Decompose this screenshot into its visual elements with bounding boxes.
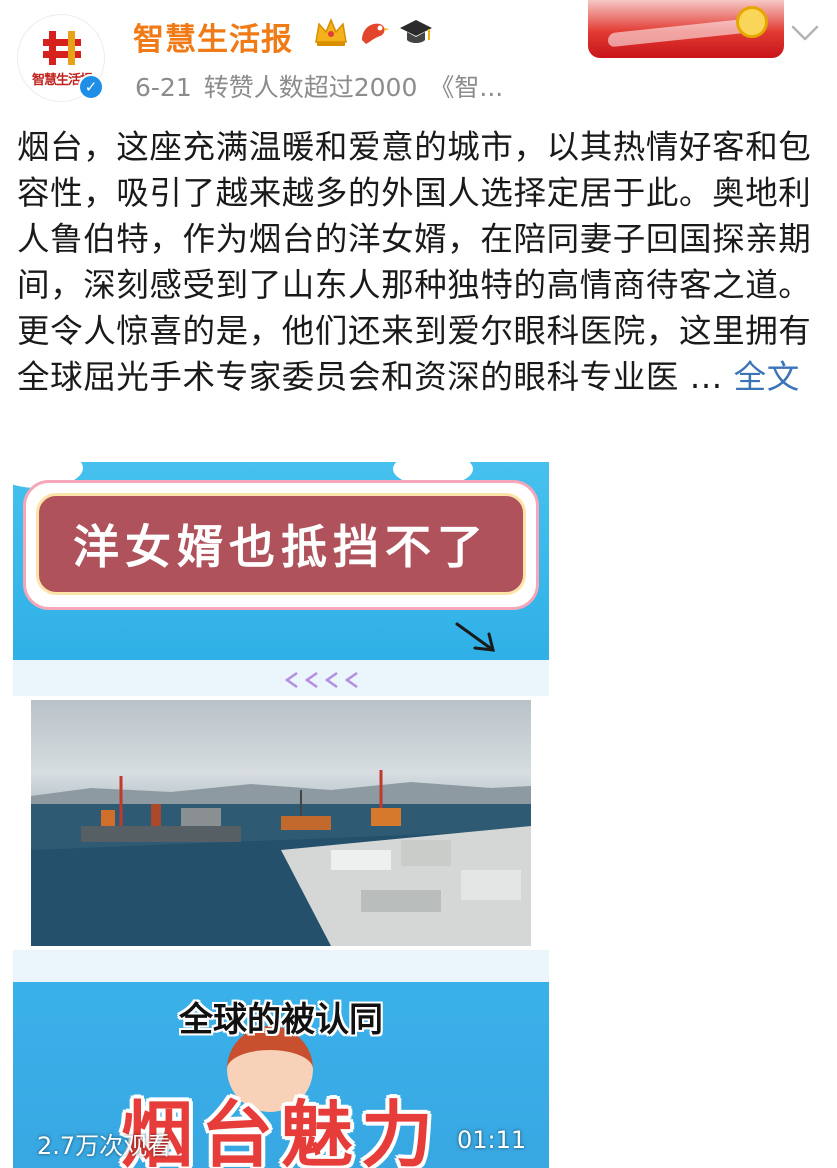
crown-icon[interactable] xyxy=(313,16,349,48)
title-card-inner: 洋女婿也抵挡不了 xyxy=(36,493,526,595)
post-header: 智慧生活报 ✓ 智慧生活报 6-21 转赞人数超过2000 《智... xyxy=(0,0,837,112)
video-duration: 01:11 xyxy=(457,1126,527,1154)
video-title-panel: 洋女婿也抵挡不了 xyxy=(13,462,549,660)
newspaper-logo-icon xyxy=(43,31,81,65)
chevron-down-icon[interactable] xyxy=(790,22,820,44)
title-card: 洋女婿也抵挡不了 xyxy=(23,480,539,610)
post-body-text: 烟台，这座充满温暖和爱意的城市，以其热情好客和包容性，吸引了越来越多的外国人选择… xyxy=(17,128,812,396)
view-count: 2.7万次观看 xyxy=(37,1132,172,1160)
post-date: 6-21 xyxy=(135,73,192,102)
panel-decoration xyxy=(13,660,549,696)
chevrons-decoration-icon xyxy=(284,671,358,689)
source-snippet[interactable]: 《智... xyxy=(429,73,503,102)
panel-decoration xyxy=(13,950,549,982)
arrow-decoration-icon xyxy=(455,622,495,652)
verified-badge-icon: ✓ xyxy=(78,74,104,100)
banner-decoration xyxy=(608,18,748,48)
harbor-scene-illustration xyxy=(31,770,531,946)
video-photo-panel xyxy=(13,660,549,982)
emblem-icon xyxy=(736,6,768,38)
header-banner[interactable] xyxy=(588,0,784,58)
graduation-cap-icon[interactable] xyxy=(398,16,434,48)
bird-icon[interactable] xyxy=(356,16,390,48)
video-player[interactable]: 洋女婿也抵挡不了 全球的被认同 烟台魅力 2.7万次观看 01:11 xyxy=(13,462,549,1168)
account-name[interactable]: 智慧生活报 xyxy=(133,14,293,59)
post-meta: 6-21 转赞人数超过2000 《智... xyxy=(135,68,515,104)
post-body: 烟台，这座充满温暖和爱意的城市，以其热情好客和包容性，吸引了越来越多的外国人选择… xyxy=(17,124,822,400)
repost-note: 转赞人数超过2000 xyxy=(203,73,418,102)
title-card-text: 洋女婿也抵挡不了 xyxy=(73,520,489,574)
video-subtitle: 全球的被认同 xyxy=(179,1000,383,1040)
harbor-photo xyxy=(31,700,531,946)
expand-full-text-link[interactable]: 全文 xyxy=(734,358,800,396)
